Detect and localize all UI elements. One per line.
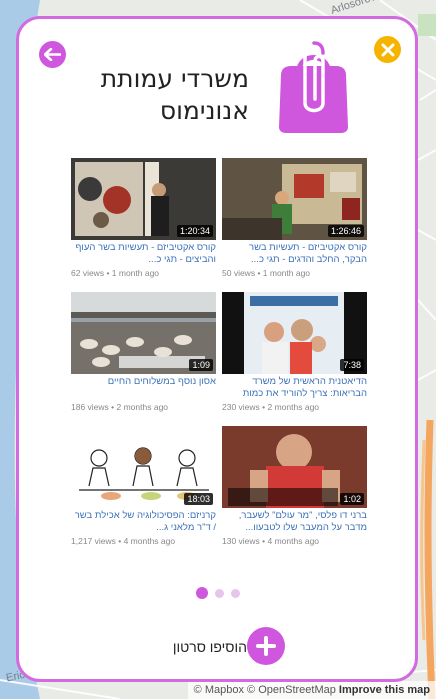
video-duration: 18:03 [184,493,213,505]
plus-icon [256,636,276,656]
video-card[interactable]: 1:26:46 קורס אקטיביזם - תעשיות בשר הבקר,… [222,158,367,283]
video-views: 186 views [71,402,109,412]
video-meta: 62 views • 1 month ago [71,268,160,278]
add-video-button[interactable] [247,627,285,665]
video-title[interactable]: ברני דו פלסי, "מר עולם" לשעבר, מדבר על ה… [222,510,367,534]
video-meta: 186 views • 2 months ago [71,402,169,412]
video-meta: 130 views • 4 months ago [222,536,320,546]
video-title[interactable]: אסון נוסף במשלוחים החיים [71,376,216,400]
video-views: 1,217 views [71,536,116,546]
video-thumbnail[interactable]: 1:26:46 [222,158,367,240]
video-duration: 1:26:46 [327,225,364,237]
page-dot-2[interactable] [215,588,224,598]
video-duration: 1:20:34 [176,225,213,237]
video-title[interactable]: קורס אקטיביזם - תעשיות בשר הבקר, החלב וה… [222,242,367,266]
video-duration: 1:02 [340,493,364,505]
video-age: 2 months ago [267,402,320,412]
page-dot-3[interactable] [231,588,240,598]
video-views: 62 views [71,268,105,278]
arrow-left-icon [44,48,61,61]
video-duration: 7:38 [340,359,364,371]
video-title[interactable]: הדיאטנית הראשית של משרד הבריאות: צריך לה… [222,376,367,400]
place-title: משרדי עמותת אנונימוס [49,63,249,127]
video-age: 1 month ago [111,268,160,278]
video-meta: 50 views • 1 month ago [222,268,311,278]
video-card[interactable]: 7:38 הדיאטנית הראשית של משרד הבריאות: צר… [222,292,367,417]
video-thumbnail[interactable]: 1:09 [71,292,216,374]
video-thumbnail[interactable]: 1:02 [222,426,367,508]
video-views: 230 views [222,402,260,412]
close-button[interactable] [374,36,401,63]
add-video-label[interactable]: הוסיפו סרטון [173,639,247,655]
close-icon [381,43,394,56]
video-title[interactable]: קרניזם: הפסיכולוגיה של אכילת בשר / ד"ר מ… [71,510,216,534]
video-duration: 1:09 [189,359,213,371]
video-meta: 1,217 views • 4 months ago [71,536,176,546]
mapbox-link[interactable]: © Mapbox [194,684,244,696]
video-card[interactable]: 1:09 אסון נוסף במשלוחים החיים 186 views … [71,292,216,417]
title-line-2: אנונימוס [159,96,249,125]
video-age: 4 months ago [267,536,320,546]
shopping-bag-paperclip-icon [279,41,348,133]
video-card[interactable]: 1:20:34 קורס אקטיביזם - תעשיות בשר העוף … [71,158,216,283]
video-title[interactable]: קורס אקטיביזם - תעשיות בשר העוף והביצים … [71,242,216,266]
video-age: 4 months ago [123,536,176,546]
video-age: 2 months ago [116,402,169,412]
video-card[interactable]: 1:02 ברני דו פלסי, "מר עולם" לשעבר, מדבר… [222,426,367,551]
improve-map-link[interactable]: Improve this map [339,684,430,696]
map-attribution: © Mapbox © OpenStreetMap Improve this ma… [187,681,436,699]
video-age: 1 month ago [262,268,311,278]
place-card: משרדי עמותת אנונימוס 1:26:46 קורס אקטיבי… [16,16,418,682]
video-views: 50 views [222,268,256,278]
video-card[interactable]: 18:03 קרניזם: הפסיכולוגיה של אכילת בשר /… [71,426,216,551]
title-line-1: משרדי עמותת [100,64,249,93]
video-thumbnail[interactable]: 18:03 [71,426,216,508]
video-grid: 1:26:46 קורס אקטיביזם - תעשיות בשר הבקר,… [71,158,367,551]
osm-link[interactable]: © OpenStreetMap [247,684,336,696]
video-meta: 230 views • 2 months ago [222,402,320,412]
pagination-dots [196,587,240,599]
video-thumbnail[interactable]: 7:38 [222,292,367,374]
page-dot-1[interactable] [196,587,208,599]
video-thumbnail[interactable]: 1:20:34 [71,158,216,240]
video-views: 130 views [222,536,260,546]
